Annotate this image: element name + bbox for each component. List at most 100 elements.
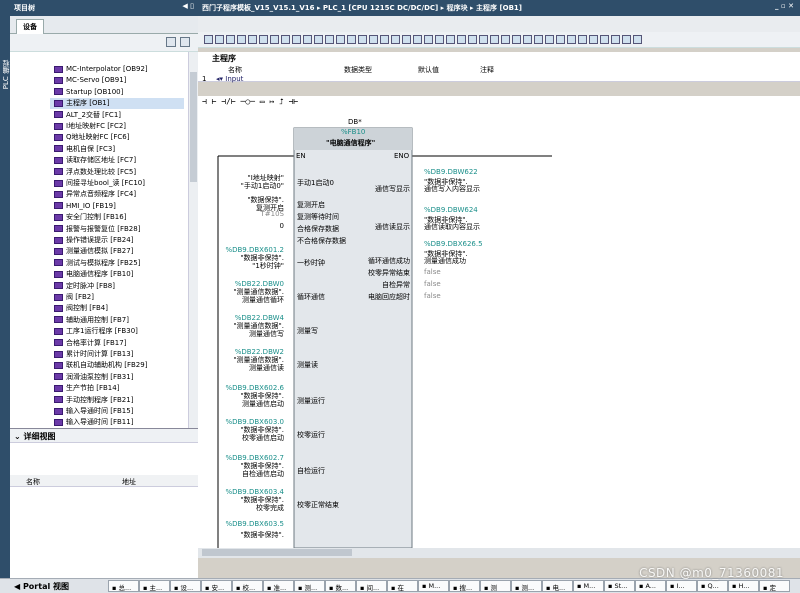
toolbar-icon[interactable] [369, 35, 378, 44]
taskbar-item[interactable]: ▪ M... [418, 580, 449, 592]
taskbar-item[interactable]: ▪ M... [573, 580, 604, 592]
toolbar-icon[interactable] [270, 35, 279, 44]
toolbar-icon[interactable] [347, 35, 356, 44]
lad-instruction-toolbar[interactable]: ⊣ ⊢ ⊣/⊢ ─○─ ▭ ↦ ⮥ ⊣⊢ [198, 96, 800, 110]
taskbar-item[interactable]: ▪ 测 [480, 580, 511, 592]
tree-item[interactable]: 报警与报警复位 [FB28] [54, 224, 140, 235]
toolbar-icon[interactable] [358, 35, 367, 44]
taskbar-item[interactable]: ▪ 安... [201, 580, 232, 592]
toolbar-icon[interactable] [248, 35, 257, 44]
tree-item[interactable]: 阀 [FB2] [54, 292, 94, 303]
lad-canvas[interactable]: DB* %FB10 "电脑通信程序" EN ENO "I地址映射" "手动1启动0… [198, 110, 800, 548]
toolbar-icon[interactable] [314, 35, 323, 44]
toolbar-icon[interactable] [281, 35, 290, 44]
tree-item[interactable]: 异常点音频程序 [FC4] [54, 189, 136, 200]
tree-item[interactable]: 合格率计算 [FB17] [54, 338, 126, 349]
taskbar-item[interactable]: ▪ 搜... [449, 580, 480, 592]
taskbar-item[interactable]: ▪ 准... [263, 580, 294, 592]
taskbar-item[interactable]: ▪ 间... [356, 580, 387, 592]
taskbar-item[interactable]: ▪ 在 [387, 580, 418, 592]
iface-row-input[interactable]: ◂▾ Input [216, 75, 243, 83]
tree-item[interactable]: 定时脉冲 [FB8] [54, 281, 115, 292]
toolbar-icon[interactable] [259, 35, 268, 44]
taskbar-item[interactable]: ▪ 电... [542, 580, 573, 592]
tree-item[interactable]: 电机自保 [FC3] [54, 144, 115, 155]
toolbar-icon[interactable] [567, 35, 576, 44]
toolbar-icon[interactable] [237, 35, 246, 44]
toolbar-icon[interactable] [226, 35, 235, 44]
tree-item[interactable]: ALT_2交替 [FC1] [54, 110, 121, 121]
taskbar-item[interactable]: ▪ A... [635, 580, 666, 592]
toolbar-icon[interactable] [479, 35, 488, 44]
editor-hscroll-thumb[interactable] [202, 549, 352, 556]
toolbar-icon[interactable] [490, 35, 499, 44]
taskbar-item[interactable]: ▪ St... [604, 580, 635, 592]
toolbar-icon[interactable] [545, 35, 554, 44]
tree-item[interactable]: 工序1运行程序 [FB30] [54, 326, 138, 337]
toolbar-icon[interactable] [413, 35, 422, 44]
taskbar-item[interactable]: ▪ Q... [697, 580, 728, 592]
toolbar-icon[interactable] [292, 35, 301, 44]
tree-item[interactable]: MC-Servo [OB91] [54, 75, 126, 86]
options-icon[interactable] [180, 37, 190, 47]
toolbar-icon[interactable] [512, 35, 521, 44]
plc-programming-strip[interactable]: PLC 编程 [0, 0, 10, 578]
tree-item[interactable]: Startup [OB100] [54, 87, 123, 98]
tree-item[interactable]: 间接寻址bool_读 [FC10] [54, 178, 145, 189]
lad-tools[interactable]: ⊣ ⊢ ⊣/⊢ ─○─ ▭ ↦ ⮥ ⊣⊢ [202, 97, 298, 107]
toolbar-icon[interactable] [468, 35, 477, 44]
tree-item[interactable]: 主程序 [OB1] [50, 98, 184, 110]
toolbar-icon[interactable] [204, 35, 213, 44]
editor-window-controls[interactable]: _ ▫ ✕ [775, 2, 794, 10]
taskbar-item[interactable]: ▪ H... [728, 580, 759, 592]
tree-item[interactable]: I地址映射FC [FC2] [54, 121, 126, 132]
toolbar-icon[interactable] [303, 35, 312, 44]
toolbar-icon[interactable] [578, 35, 587, 44]
toolbar-icon[interactable] [534, 35, 543, 44]
tree-item[interactable]: 阀控制 [FB4] [54, 303, 108, 314]
tree-item[interactable]: 累计时间计算 [FB13] [54, 349, 133, 360]
taskbar-item[interactable]: ▪ 总... [108, 580, 139, 592]
tree-item[interactable]: 联机自动辅助机构 [FB29] [54, 360, 147, 371]
tree-item[interactable]: 测量通信模拟 [FB27] [54, 246, 133, 257]
tree-item[interactable]: 电脑通信程序 [FB10] [54, 269, 133, 280]
tree-item[interactable]: 润滑油泵控制 [FB31] [54, 372, 133, 383]
tree-scroll-thumb[interactable] [190, 72, 197, 182]
tree-item[interactable]: 操作错误提示 [FB24] [54, 235, 133, 246]
toolbar-icon[interactable] [446, 35, 455, 44]
taskbar-item[interactable]: ▪ 测... [511, 580, 542, 592]
tree-item[interactable]: 输入导通时间 [FB15] [54, 406, 133, 417]
toolbar-icon[interactable] [402, 35, 411, 44]
toolbar-icon[interactable] [633, 35, 642, 44]
tree-item[interactable]: 安全门控制 [FB16] [54, 212, 126, 223]
toolbar-icon[interactable] [501, 35, 510, 44]
taskbar-item[interactable]: ▪ 数... [325, 580, 356, 592]
view-toggle-icon[interactable] [166, 37, 176, 47]
toolbar-icon[interactable] [589, 35, 598, 44]
tree-item[interactable]: 读取存储区地址 [FC7] [54, 155, 136, 166]
tree-item[interactable]: MC-Interpolator [OB92] [54, 64, 148, 75]
editor-hscrollbar[interactable] [198, 548, 800, 558]
toolbar-icon[interactable] [325, 35, 334, 44]
detail-view-title[interactable]: ⌄ 详细视图 [10, 429, 198, 443]
taskbar-item[interactable]: ▪ 设... [170, 580, 201, 592]
portal-view-button[interactable]: ◀ Portal 视图 [14, 581, 69, 592]
toolbar-icon[interactable] [556, 35, 565, 44]
toolbar-icon[interactable] [523, 35, 532, 44]
tree-item[interactable]: 测试与模拟程序 [FB25] [54, 258, 140, 269]
panel-controls[interactable]: ◀ ▯ [182, 2, 194, 10]
taskbar-item[interactable]: ▪ I... [666, 580, 697, 592]
tab-devices[interactable]: 设备 [16, 19, 44, 34]
taskbar-item[interactable]: ▪ 测... [294, 580, 325, 592]
tree-scrollbar[interactable] [188, 52, 198, 428]
taskbar-item[interactable]: ▪ 定 [759, 580, 790, 592]
toolbar-icon[interactable] [391, 35, 400, 44]
toolbar-icon[interactable] [215, 35, 224, 44]
toolbar-icon[interactable] [380, 35, 389, 44]
taskbar-item[interactable]: ▪ 校... [232, 580, 263, 592]
tree-item[interactable]: Q地址映射FC [FC6] [54, 132, 129, 143]
toolbar-icon[interactable] [611, 35, 620, 44]
tree-item[interactable]: 辅助通用控制 [FB7] [54, 315, 129, 326]
taskbar-item[interactable]: ▪ 主... [139, 580, 170, 592]
tree-item[interactable]: 输入导通时间 [FB11] [54, 417, 133, 426]
